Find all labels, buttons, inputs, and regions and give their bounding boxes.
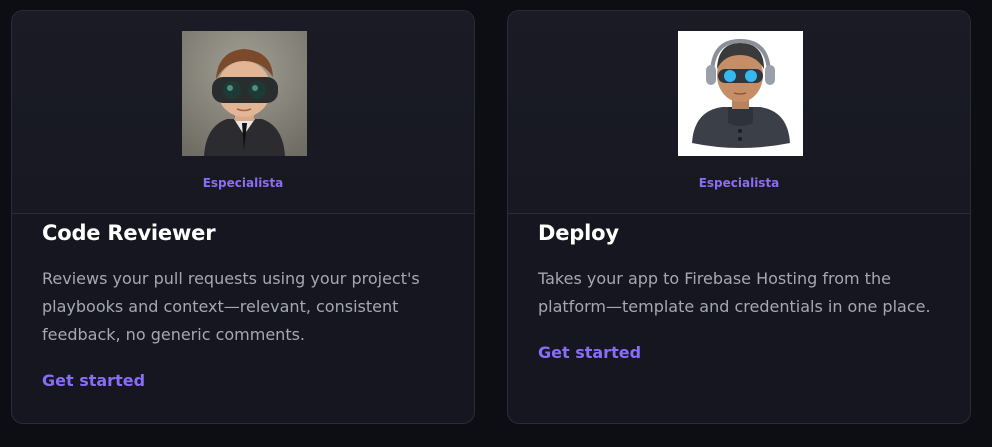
card-title: Code Reviewer <box>42 221 216 245</box>
agent-card-code-reviewer: Especialista Code Reviewer Reviews your … <box>11 10 475 424</box>
category-badge: Especialista <box>698 176 780 190</box>
get-started-link[interactable]: Get started <box>42 371 145 390</box>
card-description: Reviews your pull requests using your pr… <box>42 269 420 344</box>
get-started-link[interactable]: Get started <box>538 343 641 362</box>
headphones-robot-avatar-icon <box>678 31 803 156</box>
card-title: Deploy <box>538 221 619 245</box>
card-header: Especialista <box>12 11 474 214</box>
card-header: Especialista <box>508 11 970 214</box>
category-badge: Especialista <box>202 176 284 190</box>
agent-card-deploy: Especialista Deploy Takes your app to Fi… <box>507 10 971 424</box>
card-description: Takes your app to Firebase Hosting from … <box>538 269 931 316</box>
goggles-businessman-avatar-icon <box>182 31 307 156</box>
